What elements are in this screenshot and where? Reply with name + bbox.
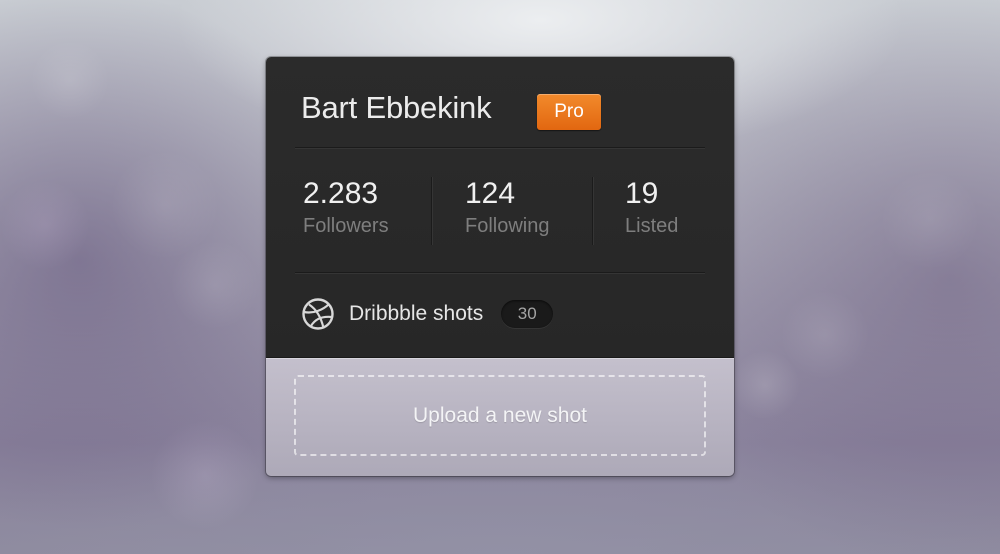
dribbble-shots-link[interactable]: Dribbble shots 30 <box>301 297 554 331</box>
dribbble-shots-label: Dribbble shots <box>349 302 484 325</box>
shots-count-badge: 30 <box>501 300 554 328</box>
stat-following[interactable]: 124 Following <box>465 177 549 238</box>
stat-value: 19 <box>625 177 659 210</box>
stat-separator <box>431 177 432 245</box>
stat-label: Followers <box>303 215 389 237</box>
background-bokeh <box>730 350 800 420</box>
upload-shot-button[interactable]: Upload a new shot <box>294 375 706 456</box>
pro-badge: Pro <box>537 94 601 130</box>
stat-label: Following <box>465 215 550 237</box>
upload-shot-label: Upload a new shot <box>413 403 587 427</box>
background-bokeh <box>780 290 870 380</box>
profile-name: Bart Ebbekink <box>301 90 492 125</box>
background-bokeh <box>880 170 980 270</box>
background-bokeh <box>170 240 260 330</box>
divider <box>295 272 705 273</box>
profile-card: Bart Ebbekink Pro 2.283 Followers 124 Fo… <box>266 57 734 476</box>
stat-followers[interactable]: 2.283 Followers <box>303 177 389 238</box>
profile-card-header: Bart Ebbekink Pro 2.283 Followers 124 Fo… <box>266 57 734 358</box>
background-bokeh <box>150 420 260 530</box>
stat-value: 124 <box>465 177 516 210</box>
background-bokeh <box>110 150 220 260</box>
stat-value: 2.283 <box>303 177 379 210</box>
background-bokeh <box>0 180 90 270</box>
divider <box>295 147 705 148</box>
stat-separator <box>592 177 593 245</box>
dribbble-icon <box>302 298 334 330</box>
background-bokeh <box>30 40 110 120</box>
stat-label: Listed <box>625 215 679 237</box>
stat-listed[interactable]: 19 Listed <box>625 177 678 238</box>
